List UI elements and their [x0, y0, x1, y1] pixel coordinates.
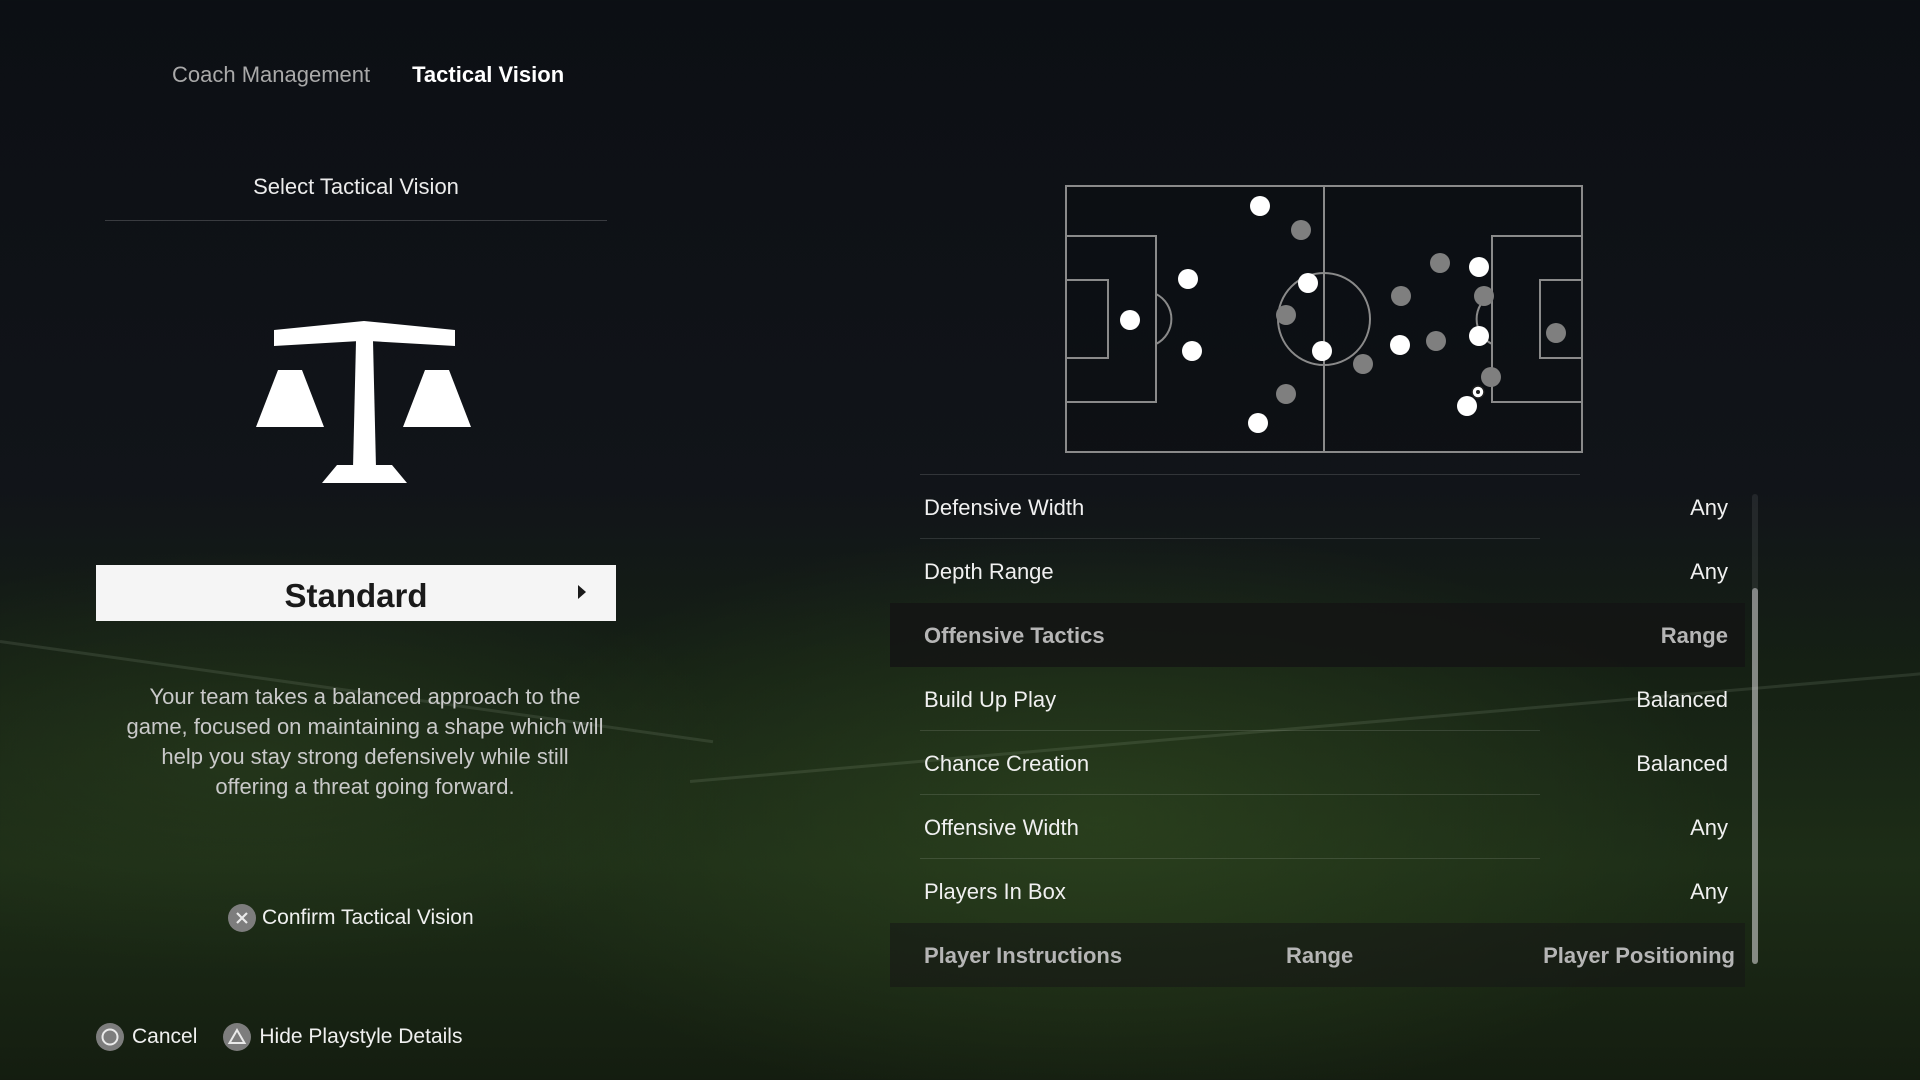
opponent-player-marker	[1481, 367, 1501, 387]
hide-playstyle-label: Hide Playstyle Details	[259, 1025, 463, 1048]
arrow-right-icon[interactable]	[578, 585, 586, 599]
confirm-label: Confirm Tactical Vision	[262, 906, 474, 929]
team-player-marker	[1298, 273, 1318, 293]
setting-value: Balanced	[1636, 687, 1728, 712]
selected-vision-label: Standard	[284, 577, 428, 614]
instructions-positioning-label: Player Positioning	[1543, 943, 1735, 968]
formation-pitch	[1064, 184, 1584, 454]
setting-row-players-in-box[interactable]: Players In Box Any	[890, 859, 1745, 923]
team-player-marker	[1469, 326, 1489, 346]
opponent-player-marker	[1353, 354, 1373, 374]
setting-value: Any	[1690, 879, 1728, 904]
setting-label: Depth Range	[924, 559, 1054, 584]
opponent-player-marker	[1426, 331, 1446, 351]
cancel-label: Cancel	[132, 1025, 198, 1048]
heading-divider	[105, 220, 607, 221]
vision-description: Your team takes a balanced approach to t…	[126, 684, 604, 799]
team-player-marker	[1312, 341, 1332, 361]
setting-row-offensive-width[interactable]: Offensive Width Any	[890, 795, 1745, 859]
setting-value: Any	[1690, 559, 1728, 584]
opponent-player-marker	[1291, 220, 1311, 240]
team-player-marker	[1120, 310, 1140, 330]
opponent-player-marker	[1474, 286, 1494, 306]
team-player-marker	[1178, 269, 1198, 289]
pitch-diagram	[1065, 185, 1583, 453]
setting-row-chance-creation[interactable]: Chance Creation Balanced	[890, 731, 1745, 795]
cancel-button[interactable]: Cancel	[96, 1023, 197, 1051]
tab-coach-management[interactable]: Coach Management	[172, 62, 370, 88]
setting-label: Defensive Width	[924, 495, 1085, 520]
cross-button-icon	[228, 904, 256, 932]
circle-button-icon	[96, 1023, 124, 1051]
opponent-player-marker	[1276, 305, 1296, 325]
confirm-tactical-vision-button[interactable]: Confirm Tactical Vision	[228, 904, 474, 932]
team-player-marker	[1457, 396, 1477, 416]
setting-value: Balanced	[1636, 751, 1728, 776]
section-header-offensive-tactics: Offensive Tactics Range	[890, 603, 1745, 667]
tab-tactical-vision[interactable]: Tactical Vision	[412, 62, 564, 88]
setting-label: Players In Box	[924, 879, 1066, 904]
balance-scale-icon	[252, 315, 477, 495]
hide-playstyle-details-button[interactable]: Hide Playstyle Details	[223, 1023, 462, 1051]
opponent-player-marker	[1276, 384, 1296, 404]
setting-value: Any	[1690, 495, 1728, 520]
instructions-label: Player Instructions	[924, 943, 1123, 968]
setting-label: Build Up Play	[924, 687, 1057, 712]
setting-label: Chance Creation	[924, 751, 1090, 776]
instructions-range-label: Range	[1286, 943, 1354, 968]
opponent-player-marker	[1391, 286, 1411, 306]
top-tabs: Coach Management Tactical Vision	[172, 62, 564, 88]
opponent-player-marker	[1430, 253, 1450, 273]
opponent-player-marker	[1546, 323, 1566, 343]
footer-controls: Cancel Hide Playstyle Details	[96, 1023, 462, 1051]
scrollbar-thumb[interactable]	[1752, 588, 1758, 964]
setting-row-build-up-play[interactable]: Build Up Play Balanced	[890, 667, 1745, 731]
team-player-marker	[1250, 196, 1270, 216]
soccer-ball-icon	[1471, 385, 1485, 399]
team-player-marker	[1390, 335, 1410, 355]
tactics-settings-list: Defensive Width Any Depth Range Any Offe…	[890, 474, 1745, 987]
section-label: Offensive Tactics	[924, 623, 1105, 648]
team-player-marker	[1469, 257, 1489, 277]
section-value: Range	[1660, 623, 1728, 648]
setting-value: Any	[1690, 815, 1728, 840]
setting-label: Offensive Width	[924, 815, 1079, 840]
select-tactical-vision-heading: Select Tactical Vision	[253, 174, 459, 199]
section-header-player-instructions: Player Instructions Range Player Positio…	[890, 923, 1745, 987]
team-player-marker	[1182, 341, 1202, 361]
tactical-vision-selector[interactable]: Standard	[96, 565, 616, 621]
team-player-marker	[1248, 413, 1268, 433]
triangle-button-icon	[223, 1023, 252, 1051]
setting-row-depth-range[interactable]: Depth Range Any	[890, 539, 1745, 603]
setting-row-defensive-width[interactable]: Defensive Width Any	[890, 475, 1745, 539]
